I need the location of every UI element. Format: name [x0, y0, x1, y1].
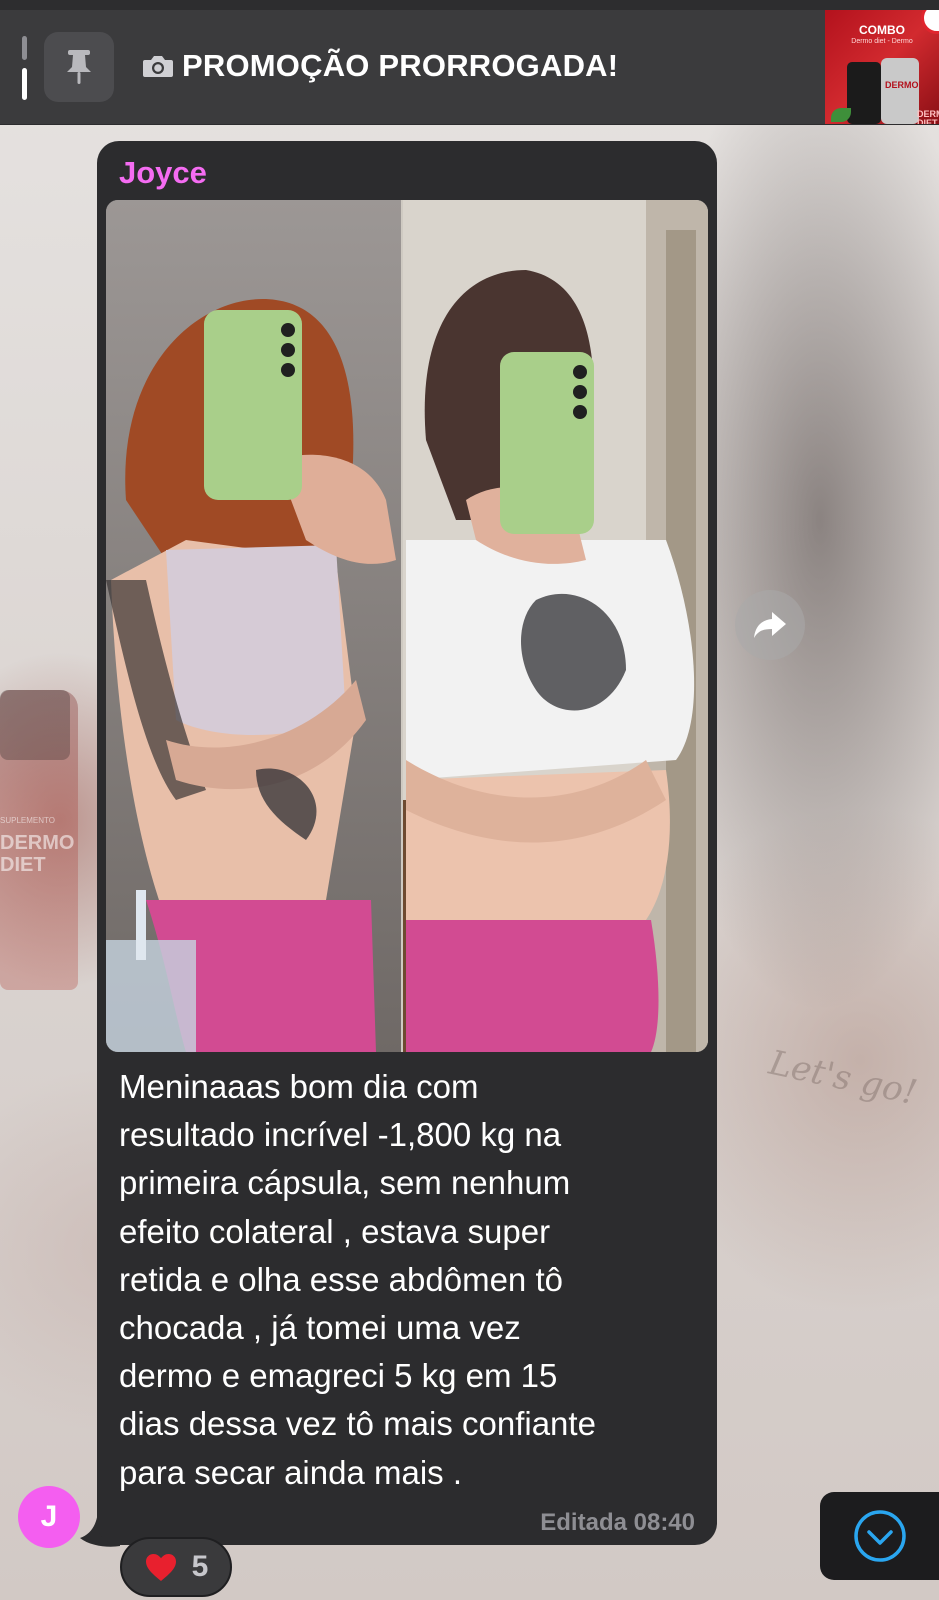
thumbnail-corner-text: DERMO DIET: [917, 109, 939, 125]
reaction-count: 5: [191, 1550, 209, 1583]
pinned-thumbnail[interactable]: COMBO Dermo diet - Dermo DERMO DERMO DIE…: [825, 10, 939, 124]
message-meta: Editada 08:40: [540, 1509, 695, 1536]
pin-icon: [67, 50, 91, 84]
chevron-down-circle-icon: [853, 1510, 906, 1562]
before-after-photo: [106, 200, 708, 1052]
heart-icon: [145, 1554, 176, 1581]
message-photo[interactable]: [106, 200, 708, 1052]
pinned-title-text: PROMOÇÃO PRORROGADA!: [182, 48, 619, 83]
message-bubble[interactable]: Joyce Meninaaas bom dia com resultado in…: [97, 141, 717, 1545]
scroll-down-button[interactable]: [820, 1492, 939, 1580]
pinned-message-bar[interactable]: PROMOÇÃO PRORROGADA! COMBO Dermo diet - …: [0, 0, 939, 125]
status-strip: [0, 0, 939, 10]
reaction-chip[interactable]: 5: [120, 1537, 232, 1597]
pinned-title: PROMOÇÃO PRORROGADA!: [142, 48, 618, 84]
forward-button[interactable]: [735, 590, 805, 660]
avatar[interactable]: J: [18, 1486, 80, 1548]
thumbnail-heading: COMBO: [859, 23, 905, 37]
pin-button[interactable]: [44, 32, 114, 102]
thumbnail-jar-light: DERMO: [881, 58, 919, 124]
pin-indicator: [22, 36, 27, 100]
bg-bottle-cap: [0, 690, 70, 760]
forward-arrow-icon: [754, 612, 786, 638]
sender-name[interactable]: Joyce: [119, 155, 207, 191]
thumbnail-subheading: Dermo diet - Dermo: [851, 38, 913, 45]
message-text: Meninaaas bom dia com resultado incrível…: [119, 1068, 596, 1491]
bg-bottle-label: SUPLEMENTO DERMO DIET: [0, 816, 75, 876]
camera-icon: [142, 53, 174, 79]
thumbnail-jar-dark: [847, 62, 881, 124]
